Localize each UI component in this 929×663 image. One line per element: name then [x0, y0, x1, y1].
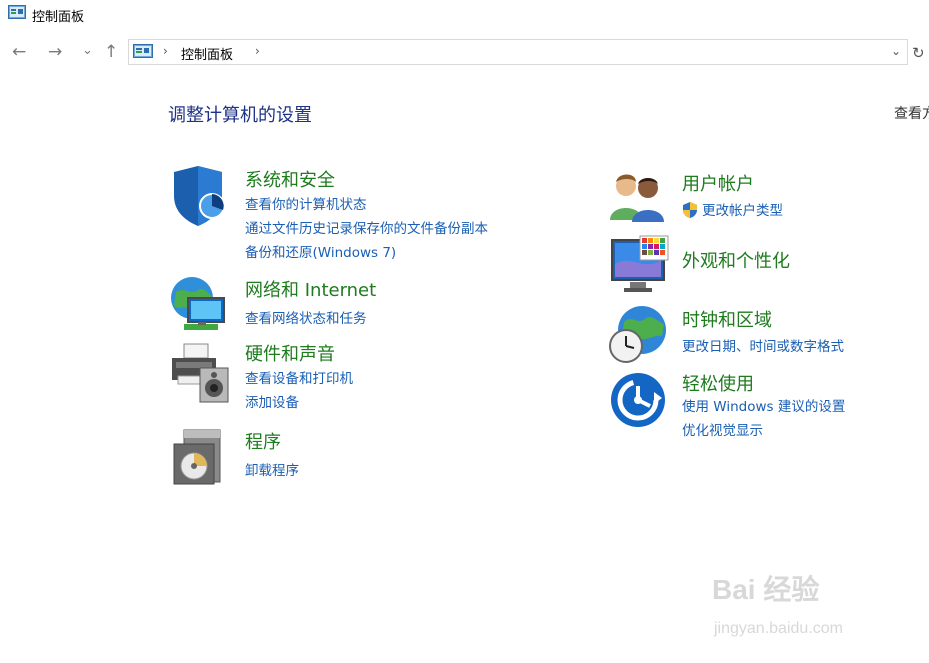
link-devices-printers[interactable]: 查看设备和打印机 — [245, 367, 353, 387]
link-windows-recommended-settings[interactable]: 使用 Windows 建议的设置 — [682, 395, 845, 415]
navigation-bar: ← → ⌄ ↑ › 控制面板 › ⌄ ↻ — [0, 36, 929, 70]
link-file-history-backup[interactable]: 通过文件历史记录保存你的文件备份副本 — [245, 217, 488, 237]
network-icon — [170, 276, 228, 338]
category-title-appearance-personalization[interactable]: 外观和个性化 — [682, 247, 790, 273]
refresh-icon[interactable]: ↻ — [912, 44, 925, 62]
breadcrumb-separator-icon[interactable]: › — [163, 44, 168, 58]
category-title-hardware-sound[interactable]: 硬件和声音 — [245, 340, 335, 366]
category-title-programs[interactable]: 程序 — [245, 428, 281, 454]
recent-locations-chevron-icon[interactable]: ⌄ — [82, 42, 93, 59]
printer-icon — [170, 340, 232, 408]
link-change-account-type-label: 更改帐户类型 — [702, 203, 783, 219]
watermark-url: jingyan.baidu.com — [714, 620, 843, 637]
category-title-system-security[interactable]: 系统和安全 — [245, 166, 335, 192]
link-add-device[interactable]: 添加设备 — [245, 391, 299, 411]
link-optimize-visual-display[interactable]: 优化视觉显示 — [682, 419, 763, 439]
category-title-network-internet[interactable]: 网络和 Internet — [245, 276, 376, 302]
category-title-ease-of-access[interactable]: 轻松使用 — [682, 370, 754, 396]
category-title-user-accounts[interactable]: 用户帐户 — [682, 170, 754, 196]
uac-shield-icon — [683, 202, 697, 218]
programs-icon — [170, 428, 228, 490]
breadcrumb-separator-icon[interactable]: › — [255, 44, 260, 58]
link-network-status-tasks[interactable]: 查看网络状态和任务 — [245, 307, 367, 327]
watermark-brand: Bai 经验 — [712, 574, 820, 605]
shield-icon — [170, 166, 228, 230]
forward-arrow-icon[interactable]: → — [48, 44, 62, 61]
address-bar[interactable]: › 控制面板 › ⌄ — [128, 39, 908, 65]
title-bar: 控制面板 — [0, 0, 929, 30]
link-change-date-time-format[interactable]: 更改日期、时间或数字格式 — [682, 335, 844, 355]
address-dropdown-icon[interactable]: ⌄ — [891, 44, 901, 58]
view-by-label: 查看方式 — [894, 106, 929, 122]
link-uninstall-program[interactable]: 卸载程序 — [245, 459, 299, 479]
control-panel-breadcrumb-icon — [133, 44, 153, 63]
users-icon — [608, 170, 668, 228]
breadcrumb-control-panel[interactable]: 控制面板 — [181, 44, 233, 63]
ease-of-access-icon — [610, 370, 668, 432]
link-change-account-type[interactable]: 更改帐户类型 — [682, 199, 783, 219]
link-backup-restore[interactable]: 备份和还原(Windows 7) — [245, 241, 396, 261]
link-view-computer-status[interactable]: 查看你的计算机状态 — [245, 193, 367, 213]
up-arrow-icon[interactable]: ↑ — [104, 44, 118, 61]
back-arrow-icon[interactable]: ← — [12, 44, 26, 61]
category-title-clock-region[interactable]: 时钟和区域 — [682, 306, 772, 332]
clock-globe-icon — [608, 304, 668, 368]
page-heading: 调整计算机的设置 — [168, 105, 312, 126]
window-title: 控制面板 — [32, 10, 85, 25]
control-panel-icon — [8, 5, 26, 25]
display-icon — [610, 234, 670, 298]
